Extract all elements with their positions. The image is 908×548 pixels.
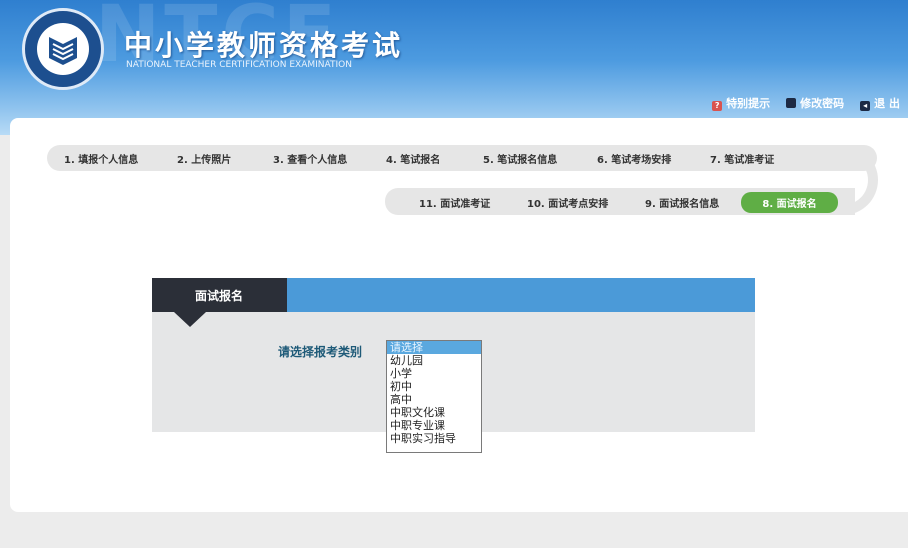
option[interactable]: 小学 <box>387 367 481 380</box>
option[interactable]: 幼儿园 <box>387 354 481 367</box>
site-title: 中小学教师资格考试 <box>124 29 404 62</box>
option[interactable]: 中职实习指导 <box>387 432 481 445</box>
help-icon: ? <box>712 101 723 111</box>
option[interactable]: 请选择 <box>387 341 481 354</box>
key-icon <box>786 98 797 108</box>
step-5[interactable]: 5. 笔试报名信息 <box>483 151 557 166</box>
step-7[interactable]: 7. 笔试准考证 <box>710 151 774 166</box>
step-6[interactable]: 6. 笔试考场安排 <box>597 151 671 166</box>
form-header: 面试报名 <box>152 278 755 312</box>
site-subtitle: NATIONAL TEACHER CERTIFICATION EXAMINATI… <box>126 60 352 70</box>
category-label: 请选择报考类别 <box>278 345 363 359</box>
option[interactable]: 中职专业课 <box>387 419 481 432</box>
book-icon <box>49 37 77 65</box>
step-11[interactable]: 11. 面试准考证 <box>419 195 490 210</box>
option[interactable]: 初中 <box>387 380 481 393</box>
change-password-link[interactable]: 修改密码 <box>786 95 844 111</box>
link-label: 特别提示 <box>726 97 771 110</box>
form-tab: 面试报名 <box>152 278 287 312</box>
link-label: 退 出 <box>874 97 900 110</box>
header-banner: NTCE 中小学教师资格考试 NATIONAL TEACHER CERTIFIC… <box>0 0 908 135</box>
option[interactable]: 中职文化课 <box>387 406 481 419</box>
logout-link[interactable]: ◂ 退 出 <box>860 95 900 111</box>
category-select[interactable]: 请选择 幼儿园 小学 初中 高中 中职文化课 中职专业课 中职实习指导 <box>386 340 482 453</box>
step-2[interactable]: 2. 上传照片 <box>177 151 231 166</box>
step-8-active[interactable]: 8. 面试报名 <box>741 192 838 213</box>
link-label: 修改密码 <box>800 97 845 110</box>
logo <box>22 8 104 90</box>
step-1[interactable]: 1. 填报个人信息 <box>64 151 138 166</box>
logout-icon: ◂ <box>860 101 871 111</box>
step-10[interactable]: 10. 面试考点安排 <box>527 195 608 210</box>
step-4[interactable]: 4. 笔试报名 <box>386 151 440 166</box>
step-3[interactable]: 3. 查看个人信息 <box>273 151 347 166</box>
option[interactable]: 高中 <box>387 393 481 406</box>
tab-pointer <box>174 312 206 327</box>
step-9[interactable]: 9. 面试报名信息 <box>645 195 719 210</box>
special-notice-link[interactable]: ? 特别提示 <box>712 95 770 111</box>
